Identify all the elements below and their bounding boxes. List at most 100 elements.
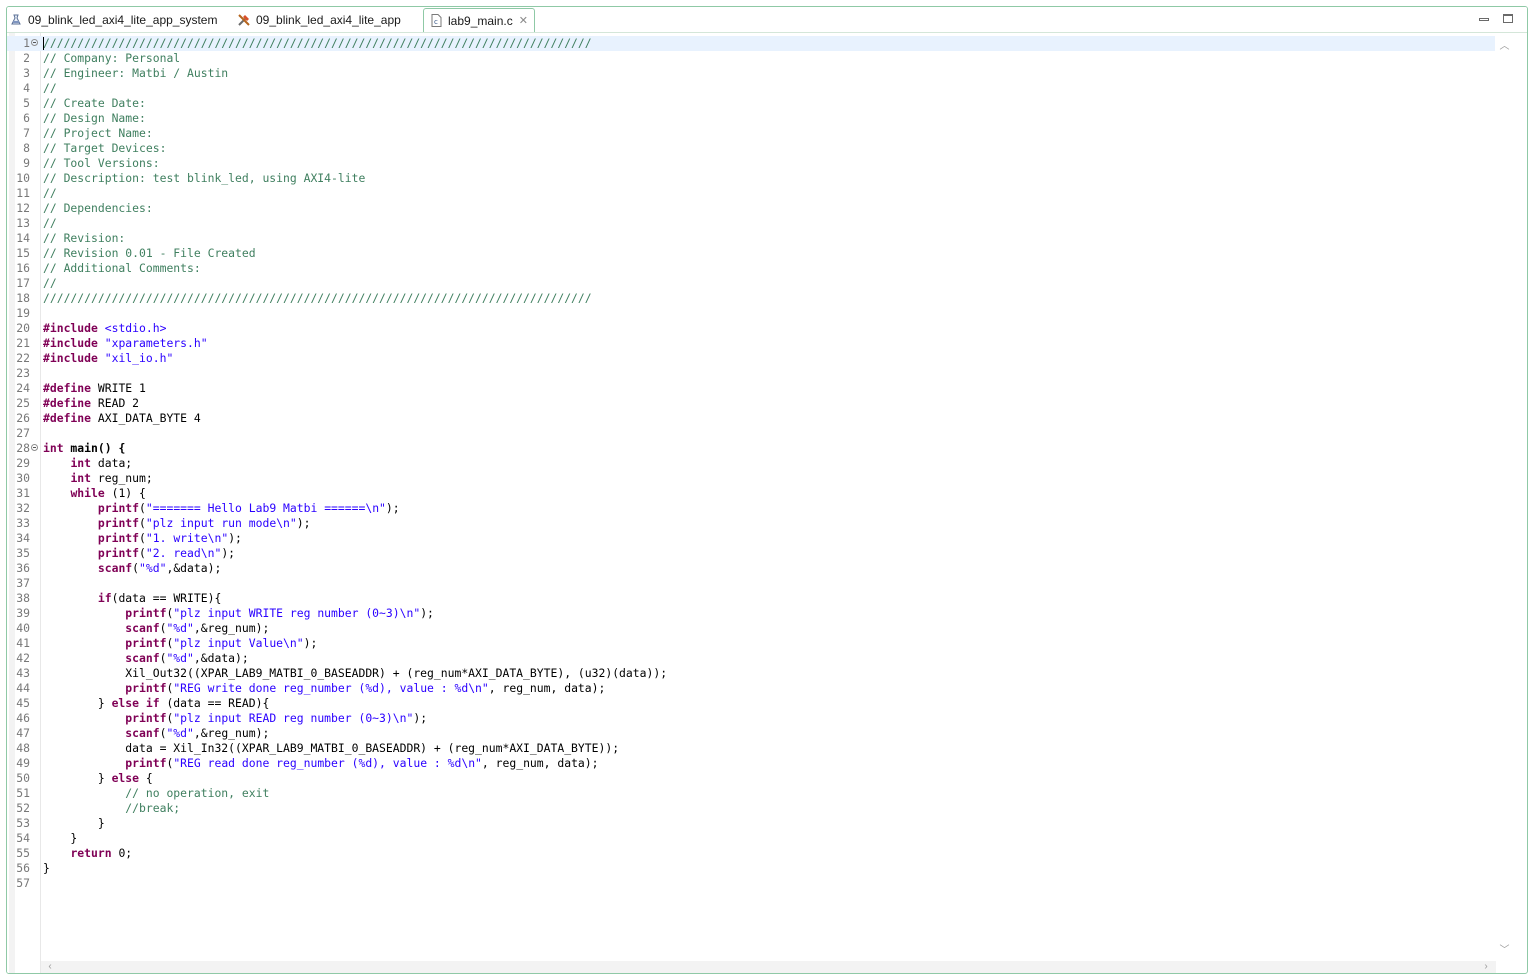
code-line[interactable]: 8 // Target Devices: xyxy=(7,141,1495,156)
code-line[interactable]: 9 // Tool Versions: xyxy=(7,156,1495,171)
scroll-left-icon[interactable]: ‹ xyxy=(45,961,55,973)
code-line[interactable]: 42 scanf("%d",&data); xyxy=(7,651,1495,666)
code-line[interactable]: 41 printf("plz input Value\n"); xyxy=(7,636,1495,651)
horizontal-scrollbar[interactable]: ‹ › xyxy=(41,961,1496,973)
string-literal: "%d" xyxy=(166,621,194,635)
system-project-icon xyxy=(9,13,23,27)
code-text: // Design Name: xyxy=(43,111,146,126)
code-line[interactable]: 30 int reg_num; xyxy=(7,471,1495,486)
code-line[interactable]: 15 // Revision 0.01 - File Created xyxy=(7,246,1495,261)
code-line[interactable]: 37 xyxy=(7,576,1495,591)
code-line[interactable]: 24 #define WRITE 1 xyxy=(7,381,1495,396)
code-text: printf("plz input WRITE reg number (0~3)… xyxy=(43,606,434,621)
code-line[interactable]: 33 printf("plz input run mode\n"); xyxy=(7,516,1495,531)
scroll-up-icon[interactable]: ︿ xyxy=(1499,41,1510,52)
code-line[interactable]: 21 #include "xparameters.h" xyxy=(7,336,1495,351)
tab-system-project[interactable]: 09_blink_led_axi4_lite_app_system xyxy=(9,9,217,31)
close-icon[interactable]: ✕ xyxy=(519,14,528,27)
vertical-scrollbar[interactable]: ︿ ﹀ xyxy=(1496,33,1513,961)
code-line[interactable]: 43 Xil_Out32((XPAR_LAB9_MATBI_0_BASEADDR… xyxy=(7,666,1495,681)
code-line[interactable]: 32 printf("======= Hello Lab9 Matbi ====… xyxy=(7,501,1495,516)
code-line[interactable]: 48 data = Xil_In32((XPAR_LAB9_MATBI_0_BA… xyxy=(7,741,1495,756)
code-line[interactable]: 35 printf("2. read\n"); xyxy=(7,546,1495,561)
code-line[interactable]: 4 // xyxy=(7,81,1495,96)
code-line[interactable]: 2 // Company: Personal xyxy=(7,51,1495,66)
comment-text: // no operation, exit xyxy=(125,786,270,800)
preprocessor-keyword: #include xyxy=(43,321,98,335)
tab-application-project[interactable]: 09_blink_led_axi4_lite_app xyxy=(237,9,401,31)
code-line[interactable]: 46 printf("plz input READ reg number (0~… xyxy=(7,711,1495,726)
code-line[interactable]: 31 while (1) { xyxy=(7,486,1495,501)
code-line[interactable]: 55 return 0; xyxy=(7,846,1495,861)
code-editor[interactable]: 1///////////////////////////////////////… xyxy=(7,33,1527,973)
code-line[interactable]: 11 // xyxy=(7,186,1495,201)
code-line[interactable]: 19 xyxy=(7,306,1495,321)
code-line[interactable]: 54 } xyxy=(7,831,1495,846)
call-args: ); xyxy=(296,516,311,530)
code-line[interactable]: 45 } else if (data == READ){ xyxy=(7,696,1495,711)
code-line[interactable]: 28 int main() { xyxy=(7,441,1495,456)
code-line[interactable]: 25 #define READ 2 xyxy=(7,396,1495,411)
code-line[interactable]: 1 ///////////////////////////////////////… xyxy=(7,36,1495,51)
preprocessor-keyword: #define xyxy=(43,396,92,410)
code-line[interactable]: 22 #include "xil_io.h" xyxy=(7,351,1495,366)
code-line[interactable]: 14 // Revision: xyxy=(7,231,1495,246)
code-line[interactable]: 36 scanf("%d",&data); xyxy=(7,561,1495,576)
code-line[interactable]: 23 xyxy=(7,366,1495,381)
maximize-icon[interactable] xyxy=(1501,11,1515,25)
code-line[interactable]: 53 } xyxy=(7,816,1495,831)
code-line[interactable]: 40 scanf("%d",&reg_num); xyxy=(7,621,1495,636)
comment-text: // Company: Personal xyxy=(43,51,181,65)
code-line[interactable]: 7 // Project Name: xyxy=(7,126,1495,141)
code-text: // Tool Versions: xyxy=(43,156,160,171)
code-line[interactable]: 6 // Design Name: xyxy=(7,111,1495,126)
code-line[interactable]: 16 // Additional Comments: xyxy=(7,261,1495,276)
minimize-icon[interactable] xyxy=(1477,11,1491,25)
code-line[interactable]: 3 // Engineer: Matbi / Austin xyxy=(7,66,1495,81)
code-line[interactable]: 20 #include <stdio.h> xyxy=(7,321,1495,336)
code-line[interactable]: 38 if(data == WRITE){ xyxy=(7,591,1495,606)
code-line[interactable]: 29 int data; xyxy=(7,456,1495,471)
code-line[interactable]: 57 xyxy=(7,876,1495,891)
code-line[interactable]: 49 printf("REG read done reg_number (%d)… xyxy=(7,756,1495,771)
code-line[interactable]: 50 } else { xyxy=(7,771,1495,786)
line-number: 48 xyxy=(16,741,30,755)
code-line[interactable]: 44 printf("REG write done reg_number (%d… xyxy=(7,681,1495,696)
scroll-right-icon[interactable]: › xyxy=(1481,961,1491,973)
code-line[interactable]: 34 printf("1. write\n"); xyxy=(7,531,1495,546)
code-text-plain: Xil_Out32((XPAR_LAB9_MATBI_0_BASEADDR) +… xyxy=(43,666,668,680)
preprocessor-keyword: #define xyxy=(43,411,92,425)
comment-text: // xyxy=(43,186,57,200)
code-line[interactable]: 39 printf("plz input WRITE reg number (0… xyxy=(7,606,1495,621)
code-line[interactable]: 26 #define AXI_DATA_BYTE 4 xyxy=(7,411,1495,426)
code-line[interactable]: 47 scanf("%d",&reg_num); xyxy=(7,726,1495,741)
code-line[interactable]: 18 //////////////////////////////////////… xyxy=(7,291,1495,306)
fold-toggle-icon[interactable] xyxy=(31,39,38,46)
code-line[interactable]: 56} xyxy=(7,861,1495,876)
line-number: 41 xyxy=(16,636,30,650)
tab-lab9-main-c[interactable]: c lab9_main.c ✕ xyxy=(423,8,535,32)
code-line[interactable]: 10 // Description: test blink_led, using … xyxy=(7,171,1495,186)
code-line[interactable]: 12 // Dependencies: xyxy=(7,201,1495,216)
line-number: 37 xyxy=(16,576,30,590)
fold-toggle-icon[interactable] xyxy=(31,444,38,451)
call-args: ); xyxy=(221,546,236,560)
code-line[interactable]: 51 // no operation, exit xyxy=(7,786,1495,801)
indent: } xyxy=(43,696,112,710)
call-args: , reg_num, data); xyxy=(488,681,606,695)
code-text: scanf("%d",&reg_num); xyxy=(43,726,269,741)
scroll-down-icon[interactable]: ﹀ xyxy=(1499,945,1510,956)
code-line[interactable]: 52 //break; xyxy=(7,801,1495,816)
code-line[interactable]: 27 xyxy=(7,426,1495,441)
code-text: //break; xyxy=(43,801,180,816)
code-text: printf("2. read\n"); xyxy=(43,546,235,561)
line-number: 57 xyxy=(16,876,30,890)
code-line[interactable]: 5 // Create Date: xyxy=(7,96,1495,111)
code-line[interactable]: 17 // xyxy=(7,276,1495,291)
code-text-plain: data = Xil_In32((XPAR_LAB9_MATBI_0_BASEA… xyxy=(43,741,620,755)
code-area[interactable]: 1///////////////////////////////////////… xyxy=(7,36,1495,891)
code-line[interactable]: 13 // xyxy=(7,216,1495,231)
